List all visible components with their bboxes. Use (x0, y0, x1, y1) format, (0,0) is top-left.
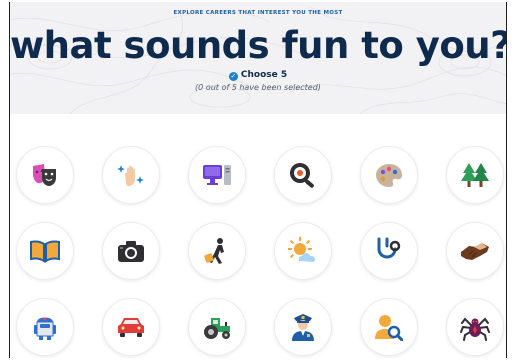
trees-icon (461, 163, 489, 187)
computer-icon (203, 165, 231, 185)
handshake-icon (461, 243, 489, 260)
interest-tile[interactable] (189, 147, 245, 203)
sun-cloud-icon (288, 237, 316, 262)
interest-tile[interactable] (447, 147, 503, 203)
traveler-icon (204, 238, 224, 264)
spider-icon (460, 317, 490, 341)
choose-label: Choose 5 (240, 70, 288, 80)
interest-tile[interactable] (447, 299, 503, 355)
frying-pan-icon (290, 163, 314, 188)
header: EXPLORE CAREERS THAT INTEREST YOU THE MO… (10, 2, 506, 114)
page-title: what sounds fun to you? (10, 24, 506, 67)
interest-tile[interactable] (361, 299, 417, 355)
robot-icon (34, 317, 56, 340)
car-icon (118, 318, 144, 337)
interest-tile[interactable] (103, 299, 159, 355)
person-search-icon (375, 315, 403, 341)
police-officer-icon (292, 314, 314, 341)
tractor-icon (204, 318, 230, 339)
interest-tile[interactable] (447, 223, 503, 279)
interest-tile[interactable] (103, 223, 159, 279)
interest-tile[interactable] (17, 223, 73, 279)
interest-tile[interactable] (17, 299, 73, 355)
interest-tile[interactable] (103, 147, 159, 203)
interest-tile[interactable] (275, 147, 331, 203)
paint-palette-icon (376, 164, 402, 187)
stethoscope-icon (377, 237, 401, 259)
open-book-icon (30, 240, 60, 263)
interest-tile[interactable] (189, 223, 245, 279)
interest-tile[interactable] (361, 223, 417, 279)
choose-instruction: ✓ Choose 5 (10, 70, 506, 81)
sparkle-hand-icon (117, 165, 144, 186)
interest-tile[interactable] (361, 147, 417, 203)
selection-status: (0 out of 5 have been selected) (195, 83, 321, 92)
camera-icon (118, 241, 144, 262)
theater-masks-icon (33, 164, 56, 186)
interest-tile[interactable] (17, 147, 73, 203)
eyebrow-text: EXPLORE CAREERS THAT INTEREST YOU THE MO… (173, 10, 343, 16)
interest-tile[interactable] (189, 299, 245, 355)
interest-tile[interactable] (275, 299, 331, 355)
check-icon: ✓ (228, 72, 238, 81)
page-frame: EXPLORE CAREERS THAT INTEREST YOU THE MO… (9, 2, 507, 358)
interest-tile[interactable] (275, 223, 331, 279)
